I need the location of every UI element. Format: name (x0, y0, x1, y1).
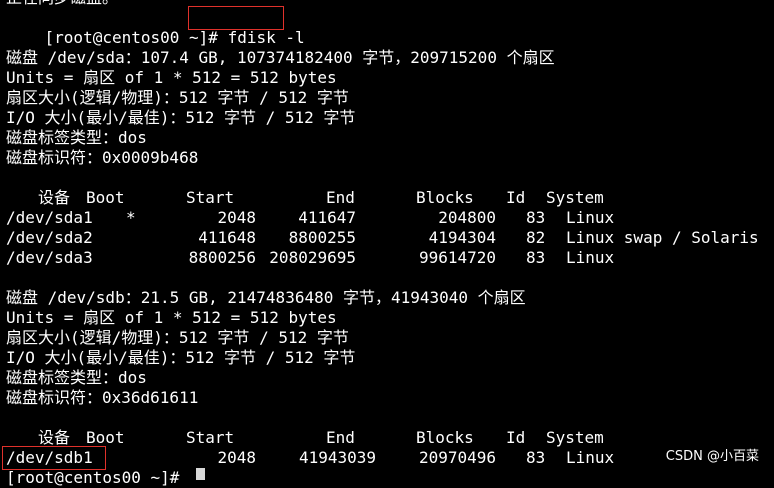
terminal-line-partial: 正在同步磁盘。 (6, 0, 118, 8)
start-cell: 2048 (217, 208, 256, 227)
system-cell: Linux (566, 208, 615, 227)
header-boot: Boot (86, 428, 125, 447)
end-cell: 208029695 (269, 248, 356, 267)
blocks-cell: 204800 (438, 208, 496, 227)
units-line: Units = 扇区 of 1 * 512 = 512 bytes (6, 68, 337, 87)
id-cell: 83 (526, 208, 546, 227)
start-cell: 411648 (198, 228, 256, 247)
header-system: System (546, 188, 604, 207)
header-boot: Boot (86, 188, 125, 207)
id-cell: 82 (526, 228, 546, 247)
system-cell: Linux (566, 448, 615, 467)
boot-cell: * (126, 208, 136, 227)
system-cell: Linux swap / Solaris (566, 228, 759, 247)
start-cell: 2048 (217, 448, 256, 467)
device-cell: /dev/sda3 (6, 248, 93, 267)
blocks-cell: 99614720 (418, 248, 496, 267)
disk-summary-line: 磁盘 /dev/sdb：21.5 GB, 21474836480 字节，4194… (6, 288, 526, 307)
watermark: CSDN @小百菜 (665, 449, 759, 464)
label-type-line: 磁盘标签类型：dos (6, 128, 147, 147)
header-device: 设备 (38, 428, 71, 447)
device-cell: /dev/sda2 (6, 228, 93, 247)
system-cell: Linux (566, 248, 615, 267)
start-cell: 8800256 (188, 248, 256, 267)
sector-size-line: 扇区大小(逻辑/物理)：512 字节 / 512 字节 (6, 328, 349, 347)
end-cell: 8800255 (288, 228, 356, 247)
header-blocks: Blocks (416, 188, 474, 207)
header-blocks: Blocks (416, 428, 474, 447)
disk-summary-line: 磁盘 /dev/sda：107.4 GB, 107374182400 字节，20… (6, 48, 555, 67)
next-prompt-partial: [root@centos00 ~]# (6, 468, 180, 487)
sector-size-line: 扇区大小(逻辑/物理)：512 字节 / 512 字节 (6, 88, 349, 107)
shell-prompt: [root@centos00 ~]# (44, 28, 218, 47)
header-system: System (546, 428, 604, 447)
id-cell: 83 (526, 248, 546, 267)
label-type-line: 磁盘标签类型：dos (6, 368, 147, 387)
header-end: End (326, 428, 355, 447)
blocks-cell: 20970496 (418, 448, 496, 467)
id-cell: 83 (526, 448, 546, 467)
header-id: Id (506, 428, 526, 447)
header-device: 设备 (38, 188, 71, 207)
io-size-line: I/O 大小(最小/最佳)：512 字节 / 512 字节 (6, 108, 356, 127)
end-cell: 411647 (298, 208, 356, 227)
command-text: fdisk -l (227, 28, 305, 47)
header-end: End (326, 188, 355, 207)
header-start: Start (186, 188, 235, 207)
device-cell: /dev/sda1 (6, 208, 93, 227)
identifier-line: 磁盘标识符：0x0009b468 (6, 148, 199, 167)
end-cell: 41943039 (298, 448, 376, 467)
device-cell: /dev/sdb1 (6, 448, 93, 467)
header-start: Start (186, 428, 235, 447)
header-id: Id (506, 188, 526, 207)
identifier-line: 磁盘标识符：0x36d61611 (6, 388, 199, 407)
io-size-line: I/O 大小(最小/最佳)：512 字节 / 512 字节 (6, 348, 356, 367)
terminal-window[interactable]: 正在同步磁盘。 [root@centos00 ~]# fdisk -l 磁盘 /… (0, 0, 774, 487)
blocks-cell: 4194304 (428, 228, 496, 247)
terminal-cursor (196, 468, 205, 480)
command-line: [root@centos00 ~]# fdisk -l (6, 8, 305, 47)
units-line: Units = 扇区 of 1 * 512 = 512 bytes (6, 308, 337, 327)
